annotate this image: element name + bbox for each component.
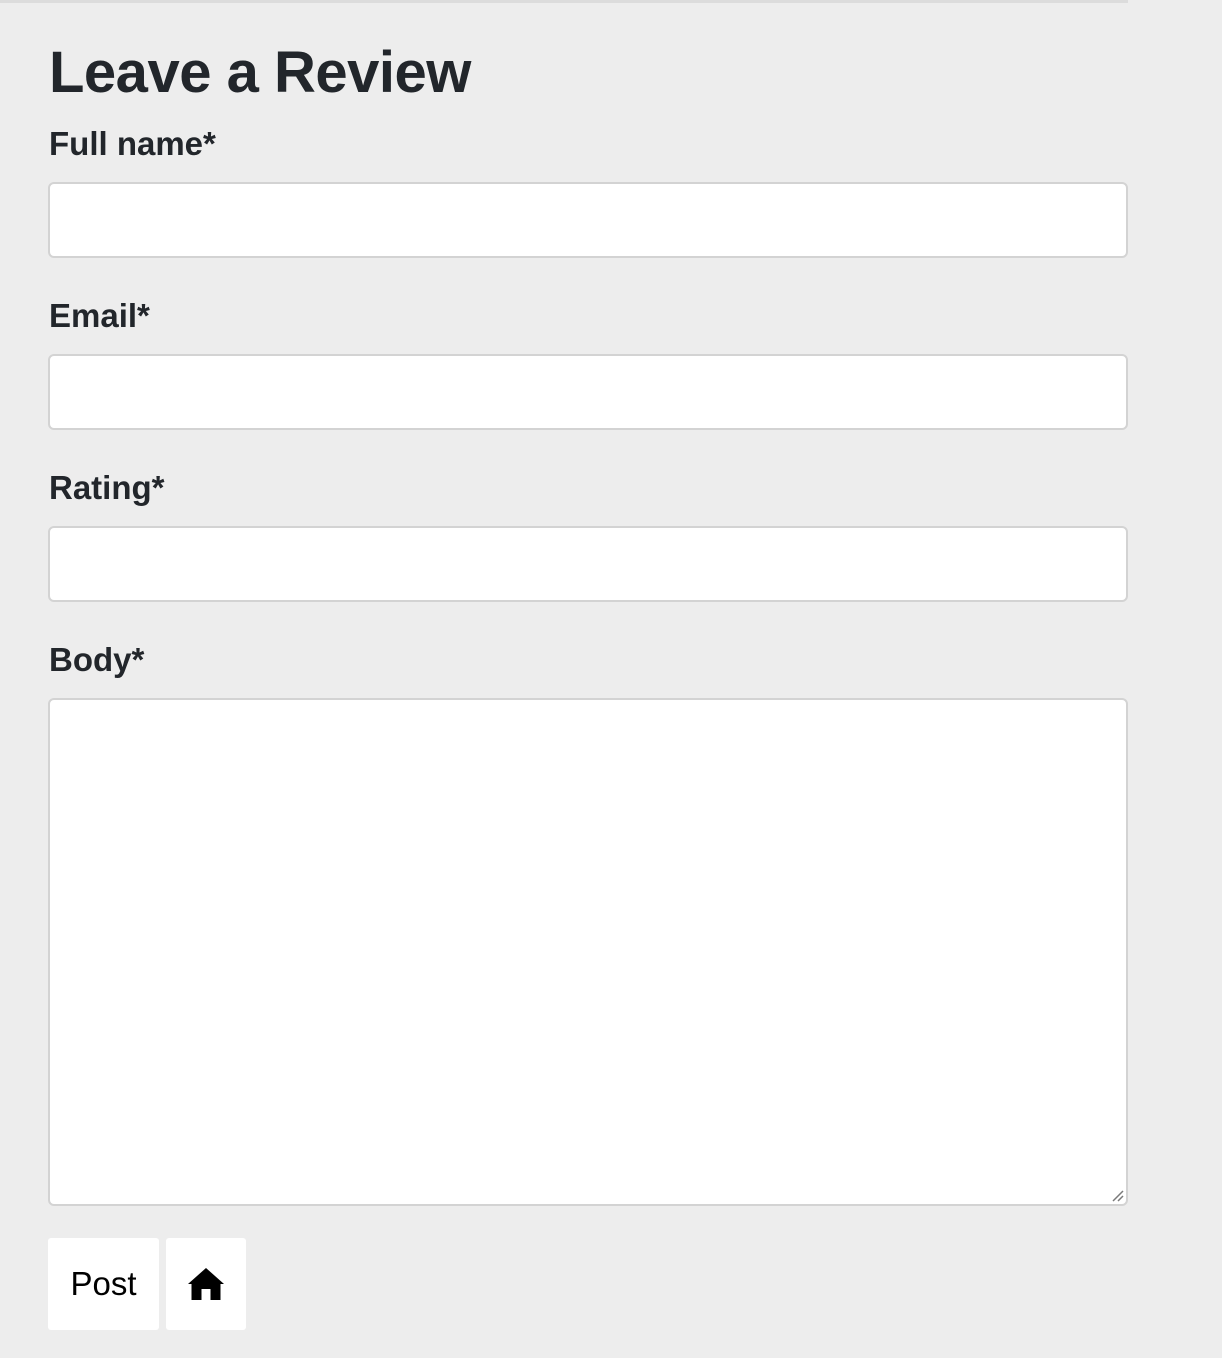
page-title: Leave a Review bbox=[49, 40, 471, 105]
top-divider bbox=[0, 0, 1128, 3]
home-button[interactable] bbox=[166, 1238, 246, 1330]
home-icon bbox=[188, 1268, 224, 1300]
rating-label: Rating* bbox=[49, 469, 165, 506]
body-label: Body* bbox=[49, 641, 145, 678]
full-name-input[interactable] bbox=[48, 182, 1128, 258]
resize-grip-icon[interactable] bbox=[1108, 1186, 1124, 1202]
email-input[interactable] bbox=[48, 354, 1128, 430]
review-page: Leave a Review Full name* Email* Rating*… bbox=[0, 0, 1222, 1358]
email-label: Email* bbox=[49, 297, 150, 334]
post-button[interactable]: Post bbox=[48, 1238, 159, 1330]
body-textarea[interactable] bbox=[48, 698, 1128, 1206]
rating-input[interactable] bbox=[48, 526, 1128, 602]
full-name-label: Full name* bbox=[49, 125, 216, 162]
